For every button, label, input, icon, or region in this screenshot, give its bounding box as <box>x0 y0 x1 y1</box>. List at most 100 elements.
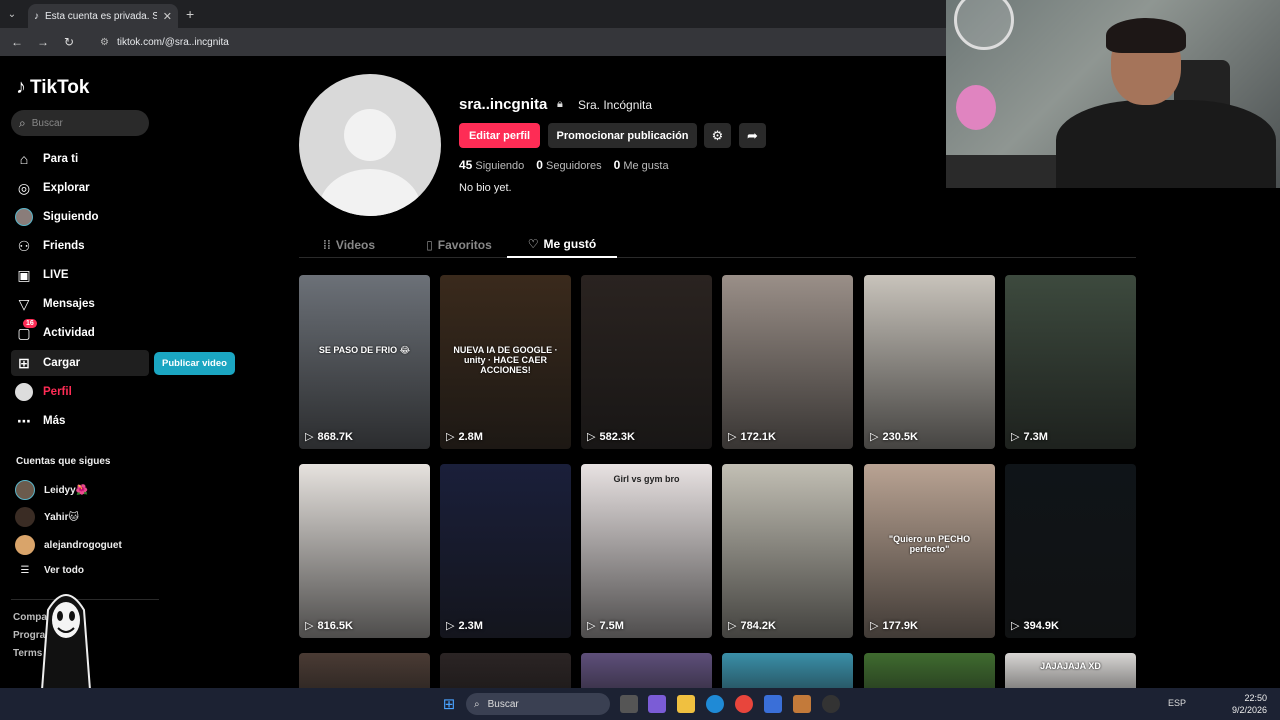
video-card[interactable]: ▷ 582.3K <box>581 275 712 449</box>
new-tab-button[interactable]: + <box>186 6 194 22</box>
file-explorer-icon[interactable] <box>677 695 695 713</box>
tab-me-gusto[interactable]: ♡ Me gustó <box>507 232 617 258</box>
profile-nickname: Sra. Incógnita <box>578 98 653 112</box>
video-view-count: ▷ 394.9K <box>1011 619 1059 633</box>
view-count-text: 868.7K <box>317 430 353 443</box>
friends-icon: ⚇ <box>17 237 31 254</box>
obs-icon[interactable] <box>822 695 840 713</box>
view-count-text: 7.3M <box>1023 430 1048 443</box>
stat-following[interactable]: 45 Siguiendo <box>459 158 524 172</box>
tiktok-logo[interactable]: ♪ TikTok <box>16 76 89 99</box>
video-card[interactable] <box>864 653 995 688</box>
nav-label: Más <box>43 415 66 427</box>
search-icon: ⌕ <box>19 115 26 130</box>
taskbar-clock[interactable]: 22:50 9/2/2026 <box>1232 692 1267 716</box>
tab-videos[interactable]: ⁞⁞ Videos <box>299 232 399 258</box>
play-icon: ▷ <box>1011 620 1020 632</box>
avatar <box>15 507 35 527</box>
settings-button[interactable]: ⚙ <box>704 123 731 148</box>
video-card[interactable] <box>440 653 571 688</box>
video-card[interactable]: ▷ 816.5K <box>299 464 430 638</box>
tab-close-icon[interactable]: ✕ <box>163 10 172 23</box>
task-view-icon[interactable] <box>620 695 638 713</box>
tab-title: Esta cuenta es privada. Sigue e <box>45 10 157 22</box>
play-icon: ▷ <box>305 431 314 443</box>
address-bar-row: ← → ↻ ⚙ tiktok.com/@sra..incgnita <box>0 28 946 56</box>
browser-tab[interactable]: ♪ Esta cuenta es privada. Sigue e ✕ <box>28 4 178 28</box>
video-card[interactable]: ▷ 784.2K <box>722 464 853 638</box>
avatar <box>15 480 35 500</box>
following-item[interactable]: Yahir🐱 <box>15 507 79 527</box>
bookmark-icon: ▯ <box>426 238 433 252</box>
nav-friends[interactable]: ⚇ Friends <box>11 233 149 259</box>
edit-profile-button[interactable]: Editar perfil <box>459 123 540 148</box>
video-card[interactable]: ▷ 172.1K <box>722 275 853 449</box>
video-card[interactable]: NUEVA IA DE GOOGLE · unity · HACE CAER A… <box>440 275 571 449</box>
search-input[interactable]: ⌕ Buscar <box>11 110 149 136</box>
video-card[interactable]: ▷ 7.3M <box>1005 275 1136 449</box>
windows-start-icon[interactable]: ⊞ <box>440 695 458 713</box>
video-card[interactable]: ▷ 230.5K <box>864 275 995 449</box>
upload-tooltip-button[interactable]: Publicar video <box>154 352 235 375</box>
plus-square-icon: ⊞ <box>18 354 30 371</box>
see-all-link[interactable]: ☰ Ver todo <box>15 565 85 576</box>
language-indicator[interactable]: ESP <box>1168 698 1186 708</box>
video-card[interactable]: SE PASO DE FRIO 😂 ▷ 868.7K <box>299 275 430 449</box>
video-card[interactable]: JAJAJAJA XD <box>1005 653 1136 688</box>
logo-text: TikTok <box>30 76 90 98</box>
nav-label: Mensajes <box>43 298 95 310</box>
promote-post-button[interactable]: Promocionar publicación <box>548 123 697 148</box>
tab-search-button[interactable]: ⌄ <box>0 0 24 28</box>
video-card[interactable] <box>299 653 430 688</box>
following-name: Yahir🐱 <box>44 511 79 523</box>
site-info-icon[interactable]: ⚙ <box>100 37 109 48</box>
edge-icon[interactable] <box>706 695 724 713</box>
nav-live[interactable]: ▣ LIVE <box>11 262 149 288</box>
forward-button[interactable]: → <box>32 31 54 53</box>
url-input[interactable]: ⚙ tiktok.com/@sra..incgnita <box>90 31 938 53</box>
nav-explorar[interactable]: ◎ Explorar <box>11 175 149 201</box>
video-card[interactable]: Girl vs gym bro ▷ 7.5M <box>581 464 712 638</box>
share-button[interactable]: ➦ <box>739 123 766 148</box>
nav-label: Actividad <box>43 327 95 339</box>
play-icon: ▷ <box>870 431 879 443</box>
profile-avatar-icon <box>15 383 33 401</box>
tab-favoritos[interactable]: ▯ Favoritos <box>409 232 509 258</box>
play-icon: ▷ <box>728 431 737 443</box>
profile-avatar <box>299 74 441 216</box>
nav-mensajes[interactable]: ▽ Mensajes <box>11 291 149 317</box>
video-view-count: ▷ 2.8M <box>446 430 483 444</box>
back-button[interactable]: ← <box>6 31 28 53</box>
following-item[interactable]: Leidyy🌺 <box>15 480 88 500</box>
app-icon[interactable] <box>793 695 811 713</box>
chrome-icon[interactable] <box>735 695 753 713</box>
video-card[interactable] <box>581 653 712 688</box>
inbox-icon: ▢ 16 <box>15 319 37 342</box>
video-card[interactable]: "Quiero un PECHO perfecto" ▷ 177.9K <box>864 464 995 638</box>
nav-cargar[interactable]: ⊞ Cargar <box>11 350 149 376</box>
nav-para-ti[interactable]: ⌂ Para ti <box>11 146 149 172</box>
stat-followers[interactable]: 0 Seguidores <box>536 158 601 172</box>
video-card[interactable]: ▷ 394.9K <box>1005 464 1136 638</box>
activity-badge: 16 <box>23 319 37 328</box>
following-item[interactable]: alejandrogoguet <box>15 535 122 555</box>
reload-button[interactable]: ↻ <box>58 31 80 53</box>
video-view-count: ▷ 7.5M <box>587 619 624 633</box>
store-icon[interactable] <box>764 695 782 713</box>
taskbar-search[interactable]: ⌕ Buscar <box>466 693 610 715</box>
copilot-icon[interactable] <box>648 695 666 713</box>
view-count-text: 582.3K <box>599 430 635 443</box>
nav-mas[interactable]: ⋯ Más <box>11 408 149 434</box>
nav-label: Siguiendo <box>43 211 99 223</box>
play-icon: ▷ <box>728 620 737 632</box>
video-view-count: ▷ 784.2K <box>728 619 776 633</box>
nav-actividad[interactable]: ▢ 16 Actividad <box>11 319 149 346</box>
nav-label: Cargar <box>43 357 81 369</box>
video-card[interactable] <box>722 653 853 688</box>
clock-date: 9/2/2026 <box>1232 705 1268 715</box>
nav-siguiendo[interactable]: Siguiendo <box>11 204 149 230</box>
taskbar-search-label: Buscar <box>487 698 519 710</box>
nav-perfil[interactable]: Perfil <box>11 379 149 405</box>
video-card[interactable]: ▷ 2.3M <box>440 464 571 638</box>
play-icon: ▷ <box>446 620 455 632</box>
